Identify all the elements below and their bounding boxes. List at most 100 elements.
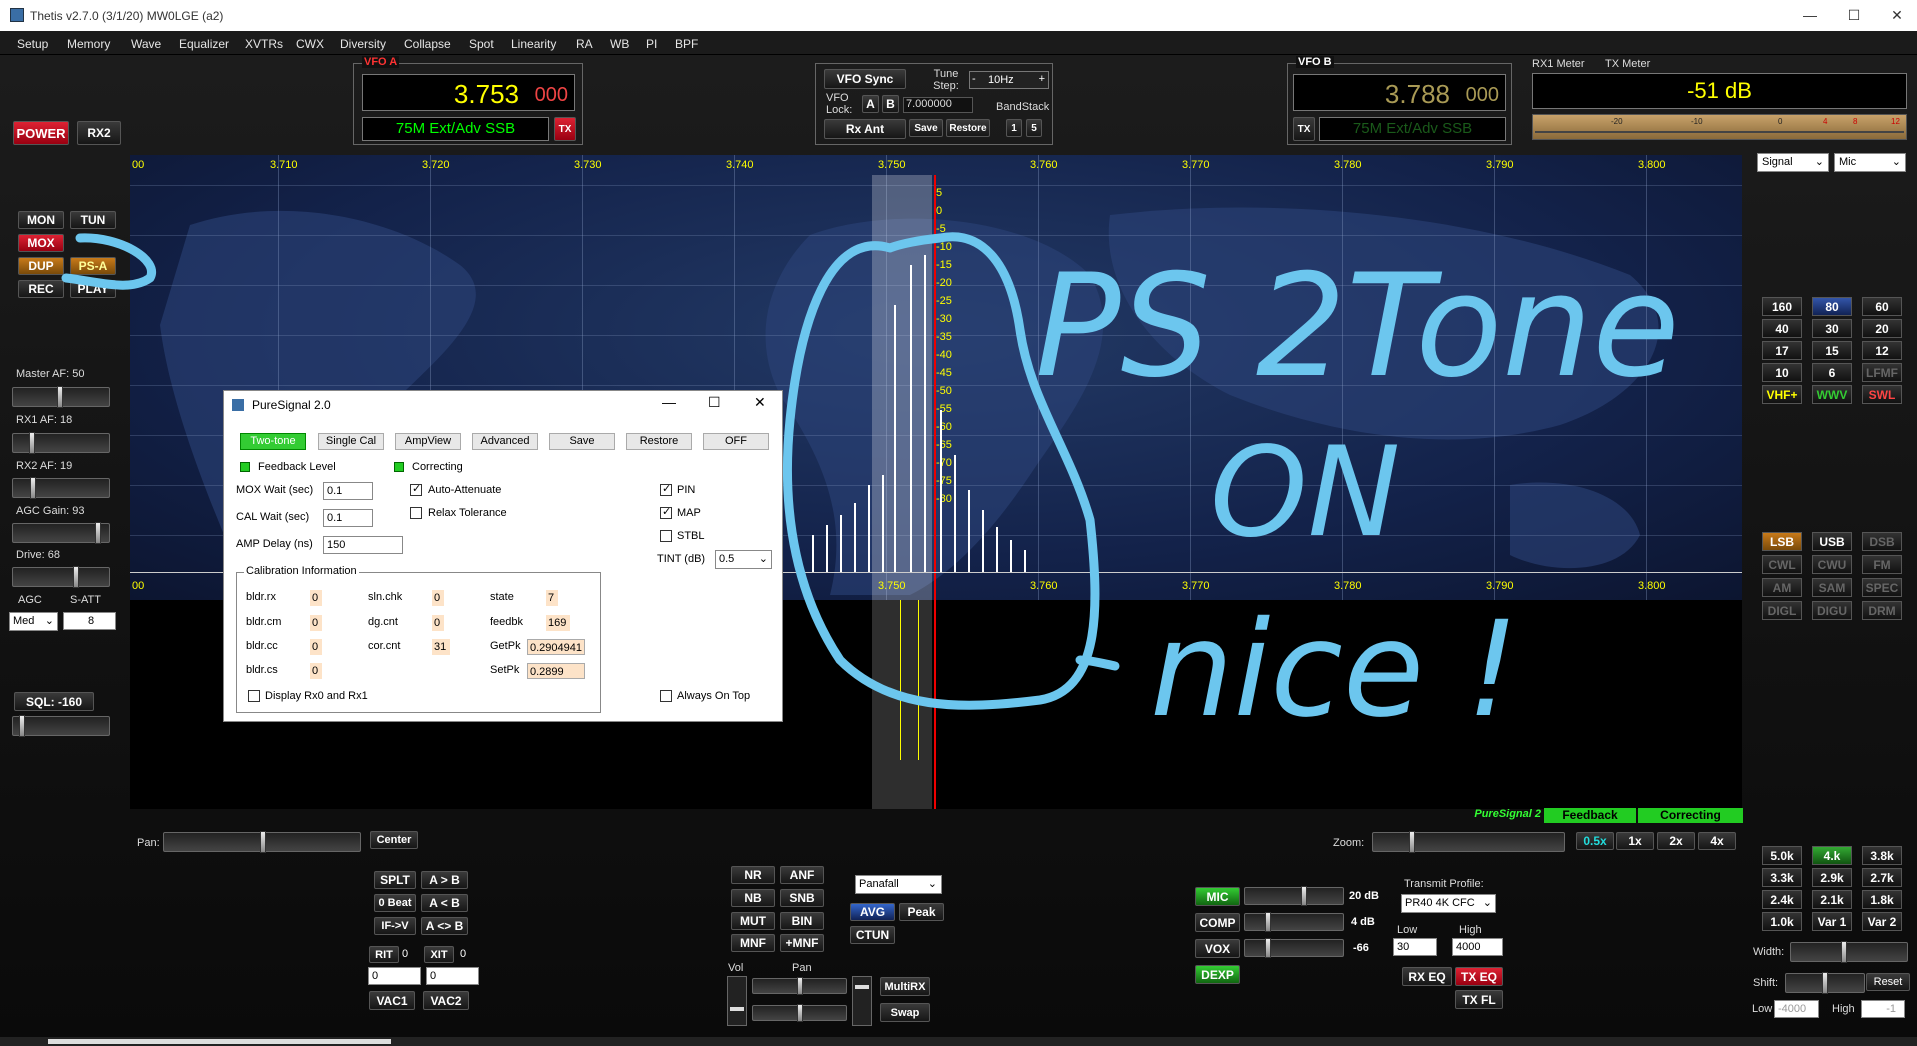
filter-5-0k-button[interactable]: 5.0k [1762, 846, 1802, 865]
mic-gain-slider[interactable] [1244, 886, 1344, 906]
puresignal-maximize-button[interactable]: ☐ [708, 394, 721, 411]
mode-spec-button[interactable]: SPEC [1862, 578, 1902, 597]
menu-setup[interactable]: Setup [17, 37, 48, 51]
rx2-pan-slider[interactable] [752, 1004, 847, 1022]
anf-button[interactable]: ANF [780, 866, 824, 884]
multirx-button[interactable]: MultiRX [880, 977, 930, 996]
drive-slider[interactable] [12, 566, 110, 588]
tx-eq-button[interactable]: TX EQ [1455, 967, 1503, 986]
zoom-2x-button[interactable]: 2x [1657, 832, 1695, 850]
menu-ra[interactable]: RA [576, 37, 593, 51]
ps-restore-button[interactable]: Restore [626, 433, 692, 450]
band-30-button[interactable]: 30 [1812, 319, 1852, 338]
sql-knob[interactable] [19, 715, 25, 737]
filter-passband[interactable] [872, 175, 932, 600]
menu-memory[interactable]: Memory [67, 37, 110, 51]
vfo-lock-a-button[interactable]: A [862, 95, 879, 113]
snb-button[interactable]: SNB [780, 889, 824, 907]
bandstack-5-button[interactable]: 5 [1026, 119, 1042, 137]
menu-equalizer[interactable]: Equalizer [179, 37, 229, 51]
mode-digl-button[interactable]: DIGL [1762, 601, 1802, 620]
filter-width-knob[interactable] [1841, 941, 1847, 963]
puresignal-minimize-button[interactable]: — [662, 394, 676, 410]
rx2-af-knob[interactable] [30, 477, 36, 499]
meter-tx-select[interactable]: Mic ⌄ [1834, 153, 1906, 172]
bandstack-freq-field[interactable]: 7.000000 [903, 97, 973, 113]
bandstack-save-button[interactable]: Save [909, 119, 943, 137]
s-att-spinner[interactable]: 8 [63, 612, 116, 630]
ampview-button[interactable]: AmpView [395, 433, 461, 450]
minimize-button[interactable]: — [1790, 4, 1830, 26]
band-6-button[interactable]: 6 [1812, 363, 1852, 382]
a-to-b-button[interactable]: A > B [421, 871, 468, 889]
display-rx-checkbox[interactable] [248, 690, 260, 702]
menu-bpf[interactable]: BPF [675, 37, 698, 51]
comp-knob[interactable] [1265, 912, 1271, 932]
band-15-button[interactable]: 15 [1812, 341, 1852, 360]
cal-wait-spinner[interactable]: 0.1 [323, 509, 373, 527]
mut-button[interactable]: MUT [731, 912, 775, 930]
rx-ant-button[interactable]: Rx Ant [824, 119, 906, 139]
tx-low-spinner[interactable]: 30 [1393, 938, 1437, 956]
filter-2-1k-button[interactable]: 2.1k [1812, 890, 1852, 909]
zoom-0-5x-button[interactable]: 0.5x [1576, 832, 1614, 850]
rit-spinner[interactable]: 0 [368, 967, 421, 985]
pan-knob[interactable] [260, 831, 266, 853]
menu-cwx[interactable]: CWX [296, 37, 324, 51]
mode-usb-button[interactable]: USB [1812, 532, 1852, 551]
vox-button[interactable]: VOX [1195, 939, 1240, 958]
tx-profile-select[interactable]: PR40 4K CFC ⌄ [1401, 894, 1496, 913]
mox-button[interactable]: MOX [18, 234, 64, 252]
rx1-pan-knob[interactable] [797, 977, 803, 995]
swap-button[interactable]: Swap [880, 1003, 930, 1022]
mode-sam-button[interactable]: SAM [1812, 578, 1852, 597]
relax-tolerance-checkbox[interactable] [410, 507, 422, 519]
pan-slider[interactable] [163, 831, 361, 853]
menu-wave[interactable]: Wave [131, 37, 161, 51]
menu-collapse[interactable]: Collapse [404, 37, 451, 51]
maximize-button[interactable]: ☐ [1834, 4, 1874, 26]
filter-shift-slider[interactable] [1785, 972, 1865, 994]
band-lfmf-button[interactable]: LFMF [1862, 363, 1902, 382]
bin-button[interactable]: BIN [780, 912, 824, 930]
comp-slider[interactable] [1244, 912, 1344, 932]
plus-mnf-button[interactable]: +MNF [780, 934, 824, 952]
filter-var-2-button[interactable]: Var 2 [1862, 912, 1902, 931]
filter-2-4k-button[interactable]: 2.4k [1762, 890, 1802, 909]
sql-button[interactable]: SQL: -160 [14, 692, 94, 711]
agc-gain-knob[interactable] [95, 522, 101, 544]
filter-high-spinner[interactable]: -1 [1861, 1000, 1905, 1018]
band-wwv-button[interactable]: WWV [1812, 385, 1852, 404]
tint-select[interactable]: 0.5 ⌄ [715, 550, 772, 569]
close-button[interactable]: ✕ [1877, 4, 1917, 26]
mode-drm-button[interactable]: DRM [1862, 601, 1902, 620]
peak-button[interactable]: Peak [899, 903, 944, 921]
filter-1-8k-button[interactable]: 1.8k [1862, 890, 1902, 909]
menu-linearity[interactable]: Linearity [511, 37, 556, 51]
rx1-af-slider[interactable] [12, 432, 110, 454]
b-to-a-button[interactable]: A < B [421, 894, 468, 912]
master-af-slider[interactable] [12, 386, 110, 408]
bandstack-1-button[interactable]: 1 [1006, 119, 1022, 137]
power-button[interactable]: POWER [13, 121, 69, 145]
filter-2-9k-button[interactable]: 2.9k [1812, 868, 1852, 887]
vox-knob[interactable] [1265, 938, 1271, 958]
band-20-button[interactable]: 20 [1862, 319, 1902, 338]
menu-pi[interactable]: PI [646, 37, 657, 51]
split-button[interactable]: SPLT [374, 871, 416, 889]
tx-meter-label[interactable]: TX Meter [1605, 58, 1650, 70]
a-swap-b-button[interactable]: A <> B [421, 917, 468, 935]
menu-diversity[interactable]: Diversity [340, 37, 386, 51]
rx2-af-slider[interactable] [12, 477, 110, 499]
band-60-button[interactable]: 60 [1862, 297, 1902, 316]
agc-mode-select[interactable]: Med ⌄ [9, 612, 58, 631]
band-swl-button[interactable]: SWL [1862, 385, 1902, 404]
zoom-slider[interactable] [1372, 831, 1565, 853]
vac1-button[interactable]: VAC1 [369, 991, 415, 1010]
meter-rx-select[interactable]: Signal ⌄ [1757, 153, 1829, 172]
tx-fl-button[interactable]: TX FL [1455, 990, 1503, 1009]
rx2-pan-knob[interactable] [797, 1004, 803, 1022]
ps-a-button[interactable]: PS-A [70, 257, 116, 275]
filter-3-3k-button[interactable]: 3.3k [1762, 868, 1802, 887]
nr-button[interactable]: NR [731, 866, 775, 884]
